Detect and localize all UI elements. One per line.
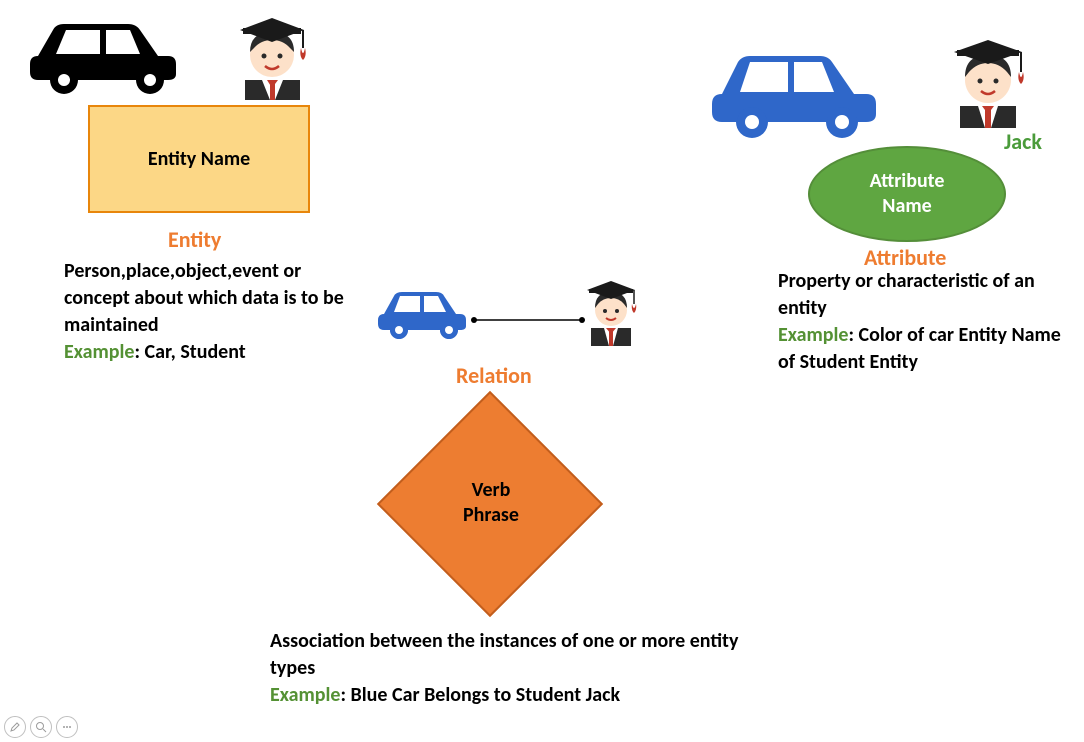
relation-line: [468, 310, 588, 329]
relation-shape-label: Verb Phrase: [456, 478, 526, 528]
more-icon[interactable]: [56, 716, 78, 738]
student-icon-2: [576, 268, 646, 351]
zoom-icon[interactable]: [30, 716, 52, 738]
entity-description: Person,place,object,event or concept abo…: [64, 258, 354, 366]
jack-label: Jack: [1004, 128, 1042, 155]
car-blue-large-icon: [700, 40, 890, 145]
relation-example-text: : Blue Car Belongs to Student Jack: [341, 683, 621, 707]
entity-shape-label: Entity Name: [148, 147, 250, 171]
attribute-description: Property or characteristic of an entity …: [778, 268, 1078, 376]
entity-title: Entity: [168, 226, 221, 253]
toolbar: [4, 716, 78, 738]
relation-example-label: Example: [270, 683, 341, 707]
car-blue-small-icon: [370, 282, 470, 345]
entity-rectangle: Entity Name: [88, 105, 310, 213]
relation-description: Association between the instances of one…: [270, 628, 750, 709]
attribute-example-label: Example: [778, 323, 849, 347]
attribute-title: Attribute: [864, 244, 946, 271]
pen-icon[interactable]: [4, 716, 26, 738]
car-black-icon: [18, 8, 188, 101]
entity-example-text: : Car, Student: [135, 340, 246, 364]
student-icon-3: [938, 20, 1038, 133]
student-icon-1: [225, 0, 320, 105]
entity-example-label: Example: [64, 340, 135, 364]
attribute-ellipse: Attribute Name: [808, 146, 1006, 242]
relation-title: Relation: [456, 362, 532, 389]
